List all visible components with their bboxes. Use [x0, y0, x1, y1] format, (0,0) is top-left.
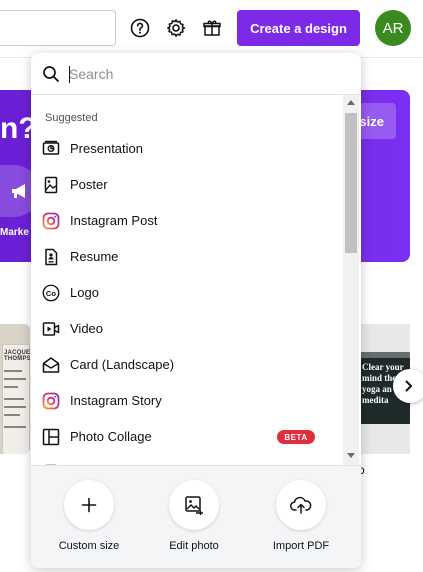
help-icon[interactable]	[127, 15, 153, 41]
template-thumbnail-resume[interactable]: JACQUELI THOMPSO	[0, 324, 30, 454]
marketing-category-label: Marke	[0, 227, 29, 238]
list-item-instagram-story[interactable]: Instagram Story	[31, 383, 343, 419]
chevron-right-icon	[405, 380, 412, 392]
presentation-icon	[42, 140, 60, 158]
list-item-label: Poster	[70, 177, 108, 192]
list-item-label: Photo Collage	[70, 429, 152, 444]
create-design-dropdown: Suggested Presentation Poster Instagram …	[31, 53, 361, 568]
search-icon	[42, 65, 60, 88]
action-label: Import PDF	[272, 540, 330, 552]
section-label-suggested: Suggested	[45, 112, 98, 124]
create-design-button[interactable]: Create a design	[237, 10, 360, 46]
edit-photo-button[interactable]: Edit photo	[149, 480, 239, 560]
gear-icon[interactable]	[163, 15, 189, 41]
upload-cloud-icon	[276, 480, 326, 530]
list-item-presentation[interactable]: Presentation	[31, 131, 343, 167]
scroll-down-arrow-icon[interactable]	[347, 453, 355, 458]
design-search-input[interactable]	[69, 63, 339, 85]
dropdown-search-row	[31, 53, 361, 95]
list-item-label: Resume	[70, 249, 119, 264]
instagram-icon	[42, 392, 60, 410]
list-item-poster[interactable]: Poster	[31, 167, 343, 203]
list-item-video[interactable]: Video	[31, 311, 343, 347]
list-item-resume[interactable]: Resume	[31, 239, 343, 275]
svg-text:Co: Co	[46, 289, 57, 298]
top-search-input[interactable]	[0, 10, 116, 46]
list-item-logo[interactable]: Co Logo	[31, 275, 343, 311]
custom-size-button[interactable]: Custom size	[44, 480, 134, 560]
megaphone-icon	[12, 184, 25, 198]
suggested-list: Suggested Presentation Poster Instagram …	[31, 95, 343, 465]
video-icon	[42, 320, 60, 338]
top-bar: Create a design AR	[0, 0, 423, 58]
import-pdf-button[interactable]: Import PDF	[256, 480, 346, 560]
list-item-card-landscape[interactable]: Card (Landscape)	[31, 347, 343, 383]
scroll-up-arrow-icon[interactable]	[347, 100, 355, 105]
list-item-label: Instagram Post	[70, 213, 158, 228]
quick-actions: Custom size Edit photo Import PDF	[31, 465, 361, 568]
action-label: Custom size	[58, 540, 120, 552]
scroll-thumb[interactable]	[345, 113, 357, 253]
list-item-instagram-post[interactable]: Instagram Post	[31, 203, 343, 239]
beta-badge: BETA	[277, 430, 315, 444]
carousel-next-button[interactable]	[393, 369, 423, 403]
list-item-label: Video	[70, 321, 104, 336]
resume-icon	[42, 248, 60, 266]
image-edit-icon	[169, 480, 219, 530]
list-scrollbar[interactable]	[343, 95, 359, 465]
card-envelope-icon	[42, 356, 60, 374]
list-item-label: Card (Landscape)	[70, 357, 175, 372]
plus-icon	[64, 480, 114, 530]
text-caret	[69, 66, 70, 83]
action-label: Edit photo	[169, 540, 219, 552]
gift-icon[interactable]	[199, 15, 225, 41]
list-item-label: Instagram Story	[70, 393, 162, 408]
list-item-partial[interactable]	[31, 455, 343, 465]
avatar[interactable]: AR	[375, 10, 411, 46]
logo-co-icon: Co	[42, 284, 60, 302]
instagram-icon	[42, 212, 60, 230]
list-item-label: Presentation	[70, 141, 143, 156]
resume-thumbnail-title: JACQUELI THOMPSO	[4, 350, 30, 362]
poster-icon	[42, 176, 60, 194]
list-item-label: Logo	[70, 285, 99, 300]
collage-icon	[42, 428, 60, 446]
